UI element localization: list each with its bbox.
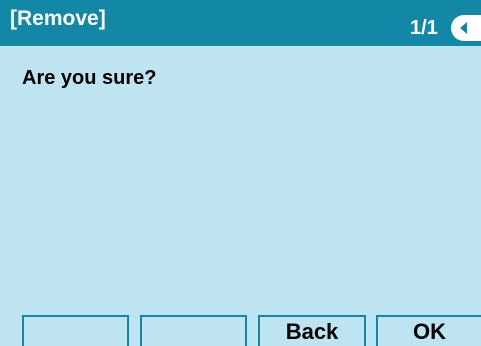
left-arrow-icon	[460, 22, 467, 34]
confirmation-message: Are you sure?	[22, 67, 157, 89]
back-softkey[interactable]: Back	[258, 315, 366, 346]
softkey-1[interactable]	[22, 315, 129, 346]
ok-softkey[interactable]: OK	[376, 315, 481, 346]
title-bar: [Remove] 1/1	[0, 0, 481, 46]
page-indicator: 1/1	[410, 17, 438, 39]
left-arrow-tab-icon[interactable]	[451, 15, 481, 41]
phone-display: [Remove] 1/1 Are you sure? Back OK	[0, 0, 481, 346]
softkey-2[interactable]	[140, 315, 247, 346]
screen-title: [Remove]	[10, 7, 106, 30]
